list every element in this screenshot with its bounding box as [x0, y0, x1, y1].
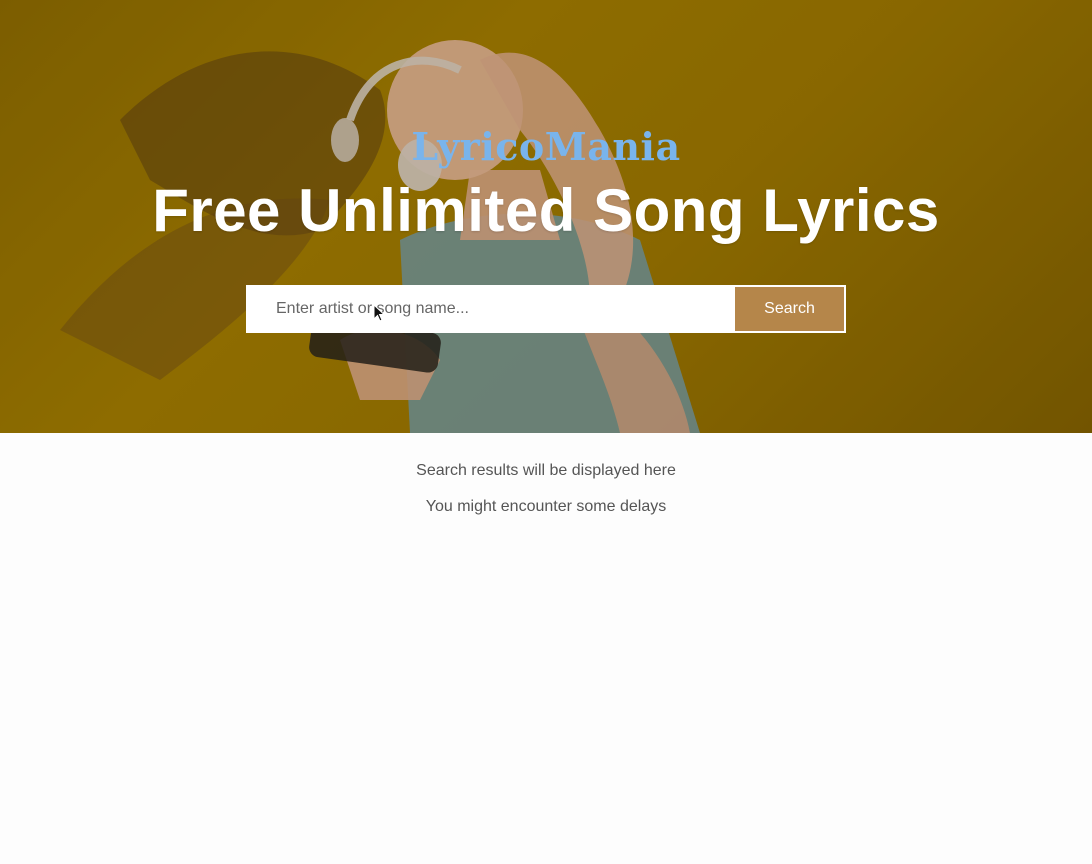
page-title: Free Unlimited Song Lyrics: [152, 177, 940, 244]
search-input[interactable]: [246, 285, 733, 333]
mouse-cursor-icon: [373, 304, 385, 322]
brand-logo: LyricoMania: [411, 124, 681, 169]
delay-notice-text: You might encounter some delays: [425, 498, 667, 515]
search-form: Search: [246, 285, 846, 333]
hero-banner: LyricoMania Free Unlimited Song Lyrics S…: [0, 0, 1092, 433]
results-placeholder-text: Search results will be displayed here: [416, 462, 676, 479]
search-button[interactable]: Search: [733, 285, 846, 333]
